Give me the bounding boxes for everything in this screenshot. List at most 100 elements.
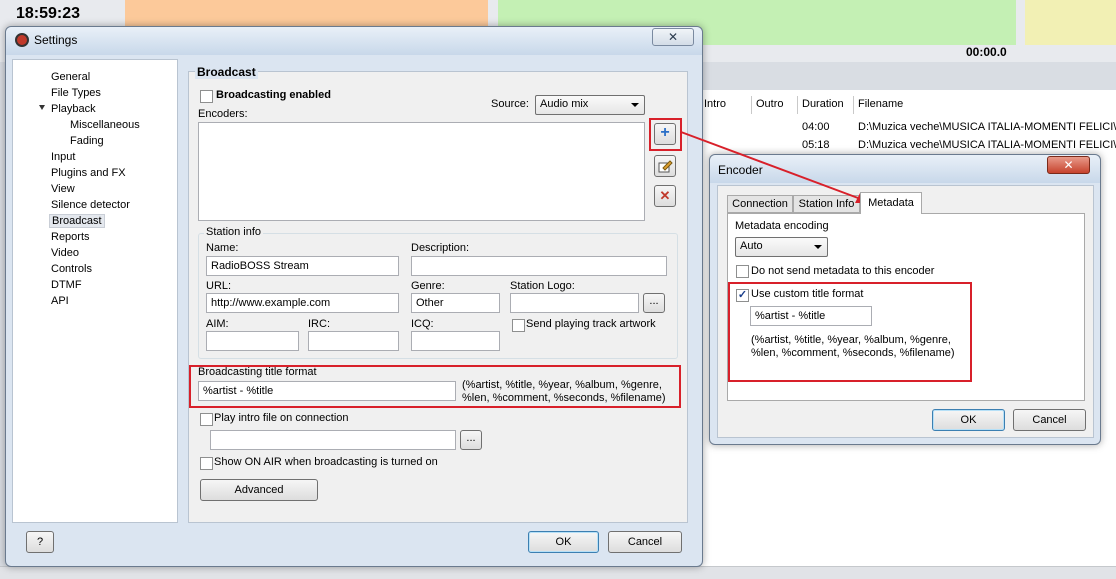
no-metadata-checkbox[interactable] <box>736 265 749 278</box>
custom-title-hint-2: %len, %comment, %seconds, %filename) <box>751 347 955 359</box>
tree-item-view[interactable]: View <box>51 183 75 195</box>
play-intro-label: Play intro file on connection <box>214 412 349 424</box>
custom-title-input[interactable]: %artist - %title <box>750 306 872 326</box>
source-value: Audio mix <box>540 98 589 110</box>
row-filename[interactable]: D:\Muzica veche\MUSICA ITALIA-MOMENTI FE… <box>858 139 1116 151</box>
dropdown-arrow-icon <box>631 103 639 107</box>
send-artwork-checkbox[interactable] <box>512 319 525 332</box>
station-name-input[interactable]: RadioBOSS Stream <box>206 256 399 276</box>
tab-connection[interactable]: Connection <box>727 195 793 213</box>
tree-item-controls[interactable]: Controls <box>51 263 92 275</box>
tree-item-fading[interactable]: Fading <box>70 135 104 147</box>
tree-item-video[interactable]: Video <box>51 247 79 259</box>
deck-panel-yellow <box>1025 0 1116 45</box>
encoder-ok-button[interactable]: OK <box>932 409 1005 431</box>
edit-encoder-button[interactable] <box>654 155 676 177</box>
description-input[interactable] <box>411 256 667 276</box>
clock-display: 18:59:23 <box>16 5 81 22</box>
tree-item-file-types[interactable]: File Types <box>51 87 101 99</box>
row-duration: 04:00 <box>802 121 830 133</box>
no-metadata-label: Do not send metadata to this encoder <box>751 265 935 277</box>
column-header-duration[interactable]: Duration <box>798 96 854 114</box>
row-filename[interactable]: D:\Muzica veche\MUSICA ITALIA-MOMENTI FE… <box>858 121 1116 133</box>
tab-station-info[interactable]: Station Info <box>793 195 860 213</box>
highlight-add-encoder <box>649 118 682 151</box>
genre-input[interactable]: Other <box>411 293 500 313</box>
broadcasting-enabled-checkbox[interactable] <box>200 90 213 103</box>
custom-title-hint-1: (%artist, %title, %year, %album, %genre, <box>751 334 951 346</box>
tree-item-broadcast[interactable]: Broadcast <box>49 214 105 228</box>
tree-item-miscellaneous[interactable]: Miscellaneous <box>70 119 140 131</box>
column-header-filename[interactable]: Filename <box>854 96 1116 114</box>
show-on-air-checkbox[interactable] <box>200 457 213 470</box>
title-format-hint-1: (%artist, %title, %year, %album, %genre, <box>462 379 662 391</box>
timer-display: 00:00.0 <box>966 45 1007 59</box>
tree-item-playback[interactable]: Playback <box>51 103 96 115</box>
url-label: URL: <box>206 280 232 292</box>
dropdown-arrow-icon <box>814 245 822 249</box>
tree-item-plugins-fx[interactable]: Plugins and FX <box>51 167 126 179</box>
tab-metadata[interactable]: Metadata <box>860 192 922 214</box>
description-label: Description: <box>411 242 470 254</box>
browse-intro-button[interactable]: ... <box>460 430 482 450</box>
settings-titlebar[interactable] <box>6 27 702 55</box>
genre-label: Genre: <box>411 280 445 292</box>
station-logo-input[interactable] <box>510 293 639 313</box>
encoders-label: Encoders: <box>198 108 248 120</box>
send-artwork-label: Send playing track artwork <box>526 318 656 330</box>
title-format-hint-2: %len, %comment, %seconds, %filename) <box>462 392 666 404</box>
encoder-window: Encoder ✕ Connection Station Info Metada… <box>709 154 1101 445</box>
name-label: Name: <box>206 242 239 254</box>
metadata-encoding-label: Metadata encoding <box>735 220 829 232</box>
custom-title-checkbox[interactable]: ✓ <box>736 289 749 302</box>
tree-item-reports[interactable]: Reports <box>51 231 90 243</box>
tree-item-general[interactable]: General <box>51 71 90 83</box>
tree-item-api[interactable]: API <box>51 295 69 307</box>
url-input[interactable]: http://www.example.com <box>206 293 399 313</box>
encoder-cancel-button[interactable]: Cancel <box>1013 409 1086 431</box>
icq-input[interactable] <box>411 331 500 351</box>
deck-panel-orange <box>125 0 488 26</box>
custom-title-label: Use custom title format <box>751 288 864 300</box>
tree-item-silence-detector[interactable]: Silence detector <box>51 199 130 211</box>
close-icon[interactable]: ✕ <box>652 28 694 46</box>
source-select[interactable]: Audio mix <box>535 95 645 115</box>
show-on-air-label: Show ON AIR when broadcasting is turned … <box>214 456 438 468</box>
intro-file-input[interactable] <box>210 430 456 450</box>
encoder-titlebar[interactable] <box>710 155 1100 183</box>
settings-title: Settings <box>34 33 78 47</box>
aim-input[interactable] <box>206 331 299 351</box>
irc-label: IRC: <box>308 318 330 330</box>
settings-tree[interactable]: General File Types Playback Miscellaneou… <box>12 59 178 523</box>
station-info-label: Station info <box>204 226 264 238</box>
aim-label: AIM: <box>206 318 229 330</box>
app-logo-icon <box>15 33 29 47</box>
metadata-encoding-value: Auto <box>740 240 763 252</box>
browse-logo-button[interactable]: ... <box>643 293 665 313</box>
play-intro-checkbox[interactable] <box>200 413 213 426</box>
page-title: Broadcast <box>195 65 258 79</box>
encoders-list[interactable] <box>198 122 645 221</box>
help-button[interactable]: ? <box>26 531 54 553</box>
tree-item-dtmf[interactable]: DTMF <box>51 279 82 291</box>
title-format-label: Broadcasting title format <box>198 366 317 378</box>
encoder-title: Encoder <box>718 163 763 177</box>
icq-label: ICQ: <box>411 318 434 330</box>
edit-icon <box>658 160 673 173</box>
close-icon[interactable]: ✕ <box>1047 156 1090 174</box>
row-duration: 05:18 <box>802 139 830 151</box>
expand-arrow-icon[interactable] <box>39 105 45 110</box>
title-format-input[interactable]: %artist - %title <box>198 381 456 401</box>
station-logo-label: Station Logo: <box>510 280 575 292</box>
delete-encoder-icon[interactable]: ✕ <box>654 185 676 207</box>
column-header-intro[interactable]: Intro <box>700 96 752 114</box>
broadcasting-enabled-label: Broadcasting enabled <box>216 89 331 101</box>
metadata-encoding-select[interactable]: Auto <box>735 237 828 257</box>
ok-button[interactable]: OK <box>528 531 599 553</box>
column-header-outro[interactable]: Outro <box>752 96 798 114</box>
advanced-button[interactable]: Advanced <box>200 479 318 501</box>
irc-input[interactable] <box>308 331 399 351</box>
tree-item-input[interactable]: Input <box>51 151 75 163</box>
cancel-button[interactable]: Cancel <box>608 531 682 553</box>
settings-window: Settings ✕ General File Types Playback M… <box>5 26 703 567</box>
